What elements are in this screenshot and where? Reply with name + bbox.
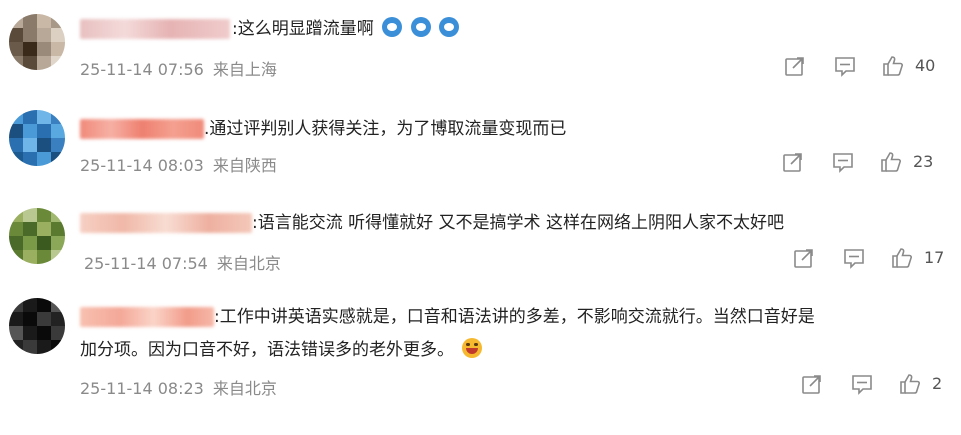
timestamp: 25-11-14 07:54 — [84, 254, 208, 273]
comment-icon[interactable] — [842, 246, 866, 270]
avatar[interactable] — [9, 208, 65, 264]
comment-icon[interactable] — [833, 54, 857, 78]
username-blurred[interactable] — [80, 19, 230, 39]
share-icon[interactable] — [800, 372, 824, 396]
comment-meta: 25-11-14 07:56 来自上海 — [80, 56, 277, 80]
comment-actions: 23 — [781, 150, 951, 176]
comment-item: :这么明显蹭流量啊 25-11-14 07:56 来自上海 40 — [0, 0, 961, 100]
username-blurred[interactable] — [80, 307, 214, 327]
comment-body-line2: 加分项。因为口音不好，语法错误多的老外更多。 — [80, 340, 454, 360]
comment-actions: 2 — [800, 372, 955, 398]
doge-emoji — [382, 17, 403, 37]
comment-item: :工作中讲英语实感就是，口音和语法讲的多差，不影响交流就行。当然口音好是 加分项… — [0, 290, 961, 435]
avatar[interactable] — [9, 14, 65, 70]
username-blurred[interactable] — [80, 213, 252, 233]
like-icon[interactable] — [890, 246, 914, 270]
timestamp: 25-11-14 07:56 — [80, 60, 204, 79]
comment-meta: 25-11-14 08:23 来自北京 — [80, 375, 277, 399]
comment-item: .通过评判别人获得关注，为了博取流量变现而已 25-11-14 08:03 来自… — [0, 100, 961, 200]
location: 来自陕西 — [212, 156, 277, 175]
timestamp: 25-11-14 08:23 — [80, 379, 204, 398]
comment-meta: 25-11-14 08:03 来自陕西 — [80, 152, 277, 176]
share-icon[interactable] — [792, 246, 816, 270]
avatar[interactable] — [9, 298, 65, 354]
doge-emoji — [438, 17, 459, 37]
timestamp: 25-11-14 08:03 — [80, 156, 204, 175]
share-icon[interactable] — [783, 54, 807, 78]
comment-body: :语言能交流 听得懂就好 又不是搞学术 这样在网络上阴阳人家不太好吧 — [252, 213, 784, 233]
location: 来自上海 — [212, 60, 277, 79]
comment-actions: 40 — [783, 54, 953, 80]
doge-emoji — [410, 17, 431, 37]
location: 来自北京 — [216, 254, 281, 273]
like-icon[interactable] — [881, 54, 905, 78]
comment-actions: 17 — [792, 246, 957, 272]
comment-text: :语言能交流 听得懂就好 又不是搞学术 这样在网络上阴阳人家不太好吧 — [252, 208, 784, 238]
like-icon[interactable] — [898, 372, 922, 396]
comment-icon[interactable] — [831, 150, 855, 174]
avatar[interactable] — [9, 110, 65, 166]
like-count: 2 — [932, 374, 943, 393]
comment-body: .通过评判别人获得关注，为了博取流量变现而已 — [204, 119, 567, 139]
comment-item: :语言能交流 听得懂就好 又不是搞学术 这样在网络上阴阳人家不太好吧 25-11… — [0, 200, 961, 290]
share-icon[interactable] — [781, 150, 805, 174]
comment-meta: 25-11-14 07:54 来自北京 — [84, 250, 281, 274]
like-count: 23 — [913, 152, 934, 171]
like-count: 17 — [924, 248, 945, 267]
username-blurred[interactable] — [80, 119, 204, 139]
laughing-emoji — [462, 338, 483, 358]
comment-icon[interactable] — [850, 372, 874, 396]
comment-text-continued: 加分项。因为口音不好，语法错误多的老外更多。 — [80, 335, 483, 365]
location: 来自北京 — [212, 379, 277, 398]
comment-text: :工作中讲英语实感就是，口音和语法讲的多差，不影响交流就行。当然口音好是 — [214, 302, 815, 332]
comment-body: :这么明显蹭流量啊 — [232, 19, 374, 39]
like-icon[interactable] — [879, 150, 903, 174]
comment-body-line1: :工作中讲英语实感就是，口音和语法讲的多差，不影响交流就行。当然口音好是 — [214, 307, 815, 327]
comment-text: :这么明显蹭流量啊 — [232, 14, 459, 44]
comment-text: .通过评判别人获得关注，为了博取流量变现而已 — [204, 114, 566, 144]
like-count: 40 — [915, 56, 936, 75]
